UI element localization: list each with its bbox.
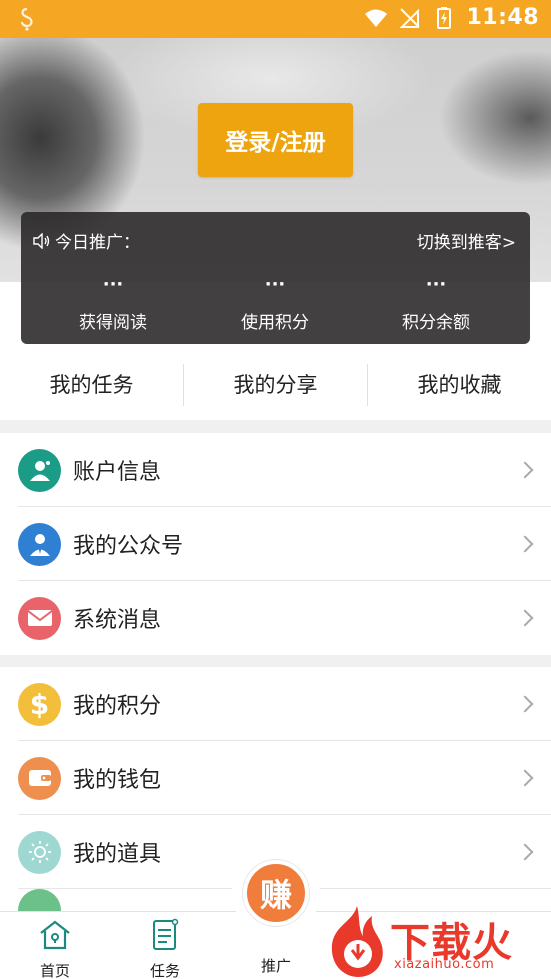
nav-label: 任务 [149, 962, 180, 979]
stat-value: ··· [102, 274, 124, 295]
chevron-right-icon [516, 609, 534, 627]
stat-value: ··· [264, 274, 286, 295]
status-bar: 11:48 [0, 0, 551, 38]
task-list-icon [153, 918, 179, 950]
chevron-right-icon [516, 769, 534, 787]
account-menu-group: 账户信息 我的公众号 系统消息 [0, 433, 551, 655]
officer-icon [18, 522, 61, 566]
menu-item-account-info[interactable]: 账户信息 [0, 433, 551, 507]
switch-to-promoter-link[interactable]: 切换到推客> [417, 228, 516, 253]
stat-value: ··· [425, 274, 447, 295]
today-promotion-card: 今日推广： 切换到推客> ··· 获得阅读 ··· 使用积分 ··· 积分余额 [21, 212, 530, 344]
menu-label: 系统消息 [73, 608, 162, 633]
menu-item-my-wallet[interactable]: 我的钱包 [0, 741, 551, 815]
tab-my-shares[interactable]: 我的分享 [184, 362, 367, 408]
dollar-icon: $ [18, 682, 61, 726]
nav-tasks[interactable]: 任务 [125, 912, 205, 979]
wallet-icon [18, 756, 61, 800]
login-register-button[interactable]: 登录/注册 [198, 103, 353, 177]
watermark: 下载火 xiazaihuo.com [322, 904, 551, 979]
chevron-right-icon [516, 535, 534, 553]
tab-my-tasks[interactable]: 我的任务 [0, 362, 183, 408]
battery-charging-icon [437, 6, 452, 29]
stat-points-used: ··· 使用积分 [200, 274, 350, 333]
stat-points-balance: ··· 积分余额 [361, 274, 511, 333]
stat-reads: ··· 获得阅读 [38, 274, 188, 333]
flame-logo-icon [331, 906, 383, 977]
clock: 11:48 [466, 5, 539, 30]
stat-label: 积分余额 [402, 313, 470, 333]
no-signal-icon [400, 7, 421, 28]
chevron-right-icon [516, 695, 534, 713]
menu-label: 我的钱包 [73, 768, 162, 793]
user-icon [18, 448, 61, 492]
menu-label: 账户信息 [73, 460, 162, 485]
menu-label: 我的道具 [73, 842, 162, 867]
stat-label: 获得阅读 [79, 313, 147, 333]
menu-label: 我的积分 [73, 694, 162, 719]
wifi-icon [365, 9, 388, 27]
watermark-url: xiazaihuo.com [394, 957, 495, 972]
today-promotion-title: 今日推广： [33, 228, 140, 253]
sun-icon [18, 830, 61, 874]
nav-label-promote[interactable]: 推广 [243, 955, 309, 976]
earn-button[interactable]: 赚 [243, 860, 309, 926]
stat-label: 使用积分 [241, 313, 309, 333]
home-icon [40, 920, 70, 950]
mail-icon [18, 596, 61, 640]
menu-item-system-messages[interactable]: 系统消息 [0, 581, 551, 655]
menu-item-official-account[interactable]: 我的公众号 [0, 507, 551, 581]
menu-item-my-points[interactable]: $ 我的积分 [0, 667, 551, 741]
nav-home[interactable]: 首页 [15, 912, 95, 979]
app-notification-icon [16, 6, 38, 37]
speaker-icon [33, 232, 50, 249]
nav-label: 首页 [39, 962, 70, 979]
tab-my-favorites[interactable]: 我的收藏 [368, 362, 551, 408]
menu-label: 我的公众号 [73, 534, 184, 559]
chevron-right-icon [516, 461, 534, 479]
my-tabs-row: 我的任务 我的分享 我的收藏 [0, 362, 551, 408]
chevron-right-icon [516, 843, 534, 861]
